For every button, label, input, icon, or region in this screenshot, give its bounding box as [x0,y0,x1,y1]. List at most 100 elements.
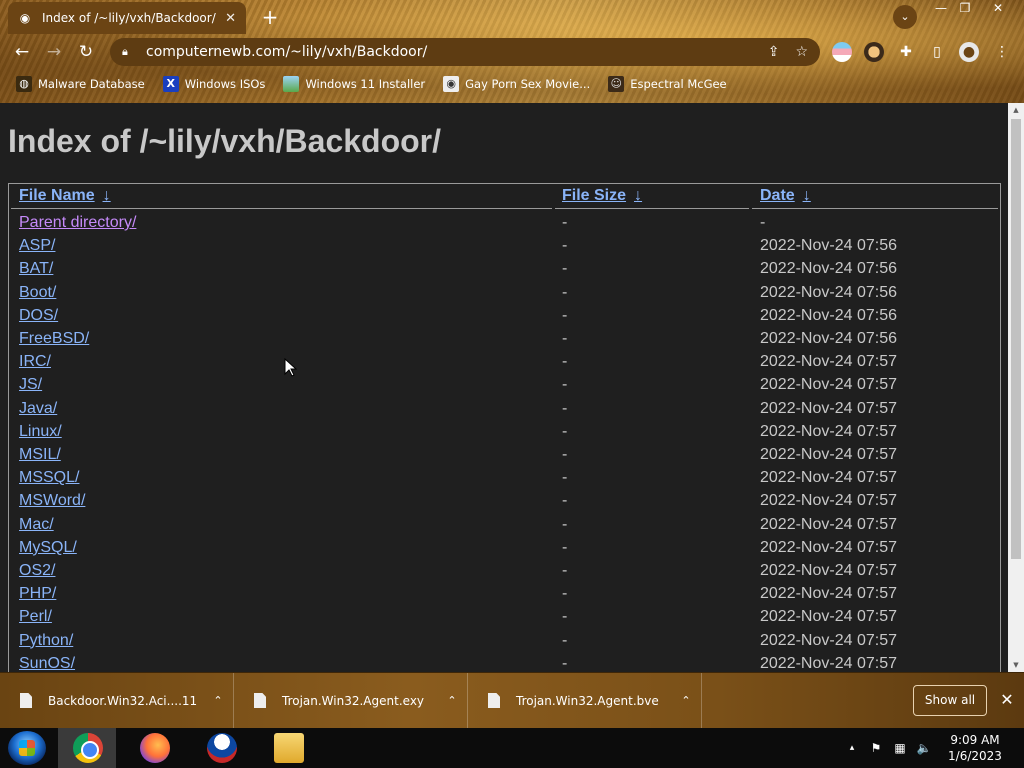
file-link[interactable]: Linux/ [19,423,62,441]
taskbar-chrome[interactable] [58,728,116,768]
new-tab-button[interactable]: + [260,6,280,28]
lock-icon[interactable]: 🔒︎ [122,45,134,59]
file-link[interactable]: MSWord/ [19,492,85,510]
table-row: DOS/ - 2022-Nov-24 07:56 [9,307,1000,330]
file-link[interactable]: Parent directory/ [19,214,136,232]
system-clock[interactable]: 9:09 AM 1/6/2023 [940,732,1010,764]
column-file-size[interactable]: File Size ↓ [562,187,642,205]
file-link[interactable]: Java/ [19,400,57,418]
file-link[interactable]: BAT/ [19,260,53,278]
table-row: MSWord/ - 2022-Nov-24 07:57 [9,492,1000,515]
file-link[interactable]: Perl/ [19,608,52,626]
url-text[interactable]: computernewb.com/~lily/vxh/Backdoor/ [146,44,752,60]
file-link[interactable]: MSIL/ [19,446,61,464]
download-item[interactable]: Backdoor.Win32.Aci....11 ⌃ [0,672,234,729]
file-link[interactable]: OS2/ [19,562,55,580]
back-button[interactable]: ← [11,41,33,63]
download-filename: Trojan.Win32.Agent.bve [516,693,659,708]
file-link[interactable]: DOS/ [19,307,58,325]
bookmark-malware-database[interactable]: ◍ Malware Database [16,76,145,92]
column-file-name[interactable]: File Name ↓ [19,187,111,205]
chevron-up-icon[interactable]: ⌃ [671,694,701,707]
file-explorer-icon [274,733,304,763]
bookmark-espectral-mcgee[interactable]: ☺ Espectral McGee [608,76,727,92]
address-bar[interactable]: 🔒︎ computernewb.com/~lily/vxh/Backdoor/ … [110,38,820,66]
tab-active[interactable]: ◉ Index of /~lily/vxh/Backdoor/ ✕ [8,2,246,34]
close-window-button[interactable]: ✕ [985,0,1011,18]
file-link[interactable]: PHP/ [19,585,56,603]
sort-arrow-icon[interactable]: ↓ [803,187,811,204]
scroll-up-icon[interactable]: ▲ [1008,103,1024,117]
scroll-down-icon[interactable]: ▼ [1008,658,1024,672]
file-size: - [562,214,568,231]
taskbar-obama-app[interactable] [192,728,250,768]
file-size: - [562,237,568,255]
header-divider [11,208,552,209]
browser-menu-icon[interactable]: ⋮ [992,42,1012,62]
download-item[interactable]: Trojan.Win32.Agent.bve ⌃ [468,672,702,729]
file-link[interactable]: IRC/ [19,353,51,371]
table-row: BAT/ - 2022-Nov-24 07:56 [9,260,1000,283]
bookmark-label: Malware Database [38,77,145,91]
sort-arrow-icon[interactable]: ↓ [103,187,111,204]
favicon-icon: ◉ [443,76,460,92]
firefox-icon [140,733,170,763]
image-icon [283,76,300,92]
file-size: - [562,422,568,440]
volume-icon[interactable]: 🔈 [915,728,933,768]
file-link[interactable]: FreeBSD/ [19,330,89,348]
download-item[interactable]: Trojan.Win32.Agent.exy ⌃ [234,672,468,729]
chevron-up-icon[interactable]: ⌃ [203,694,233,707]
bookmark-label: Espectral McGee [630,77,727,91]
extension-avatar-icon[interactable] [864,42,884,62]
bookmark-windows-isos[interactable]: X Windows ISOs [162,76,265,92]
file-link[interactable]: Python/ [19,632,73,650]
file-date: 2022-Nov-24 07:56 [760,330,897,347]
obama-logo-icon [207,733,237,763]
show-all-downloads-button[interactable]: Show all [913,685,987,716]
reload-button[interactable]: ↻ [75,41,97,63]
bookmark-fourth[interactable]: ◉ Gay Porn Sex Movie... [443,76,590,92]
file-date: 2022-Nov-24 07:57 [760,562,897,579]
chrome-icon [73,733,103,763]
scrollbar-thumb[interactable] [1011,119,1021,559]
file-date: 2022-Nov-24 07:56 [760,260,897,278]
restore-button[interactable]: ❐ [952,0,978,18]
column-date[interactable]: Date ↓ [760,187,811,205]
file-date: 2022-Nov-24 07:56 [760,306,897,324]
file-link[interactable]: Boot/ [19,284,56,302]
file-link[interactable]: JS/ [19,376,42,394]
share-icon[interactable]: ⇪ [768,44,780,60]
taskbar-file-explorer[interactable] [259,728,317,768]
chevron-up-icon[interactable]: ⌃ [437,694,467,707]
tab-close-icon[interactable]: ✕ [225,11,236,26]
network-icon[interactable]: ▦ [892,728,908,768]
table-row: FreeBSD/ - 2022-Nov-24 07:56 [9,330,1000,353]
file-link[interactable]: MSSQL/ [19,469,79,487]
vertical-scrollbar[interactable]: ▲ ▼ [1008,103,1024,672]
bookmark-windows-11-installer[interactable]: Windows 11 Installer [283,76,425,92]
file-link[interactable]: MySQL/ [19,539,77,557]
forward-button[interactable]: → [43,41,65,63]
side-panel-icon[interactable]: ▯ [927,42,947,62]
taskbar-firefox[interactable] [125,728,183,768]
file-link[interactable]: SunOS/ [19,655,75,672]
file-date: 2022-Nov-24 07:57 [760,492,897,510]
extensions-puzzle-icon[interactable]: ✚ [896,42,916,62]
tab-search-button[interactable]: ⌄ [893,5,917,29]
extension-flag-icon[interactable] [832,42,852,62]
profile-avatar-icon[interactable]: ● [959,42,979,62]
sort-arrow-icon[interactable]: ↓ [634,187,642,204]
tab-favicon-icon: ◉ [19,11,31,25]
file-size: - [562,515,568,533]
close-downloads-bar-icon[interactable]: ✕ [998,690,1016,710]
bookmark-star-icon[interactable]: ☆ [795,44,808,60]
start-button[interactable] [8,731,46,765]
action-center-flag-icon[interactable]: ⚑ [868,728,884,768]
show-hidden-icons-icon[interactable]: ▴ [845,728,859,768]
minimize-button[interactable]: — [928,0,954,18]
file-size: - [562,631,568,649]
file-link[interactable]: Mac/ [19,516,54,534]
table-row: Parent directory/ - - [9,214,1000,237]
file-link[interactable]: ASP/ [19,237,55,255]
